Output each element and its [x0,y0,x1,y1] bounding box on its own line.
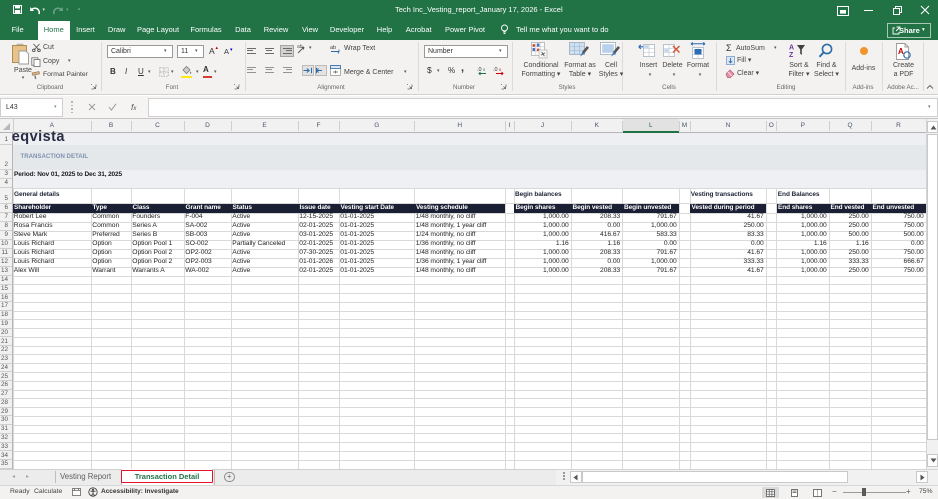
svg-text:0: 0 [483,67,486,72]
svg-text:ab: ab [297,44,303,50]
svg-text:.0: .0 [493,67,498,73]
svg-text:.0: .0 [477,67,482,73]
svg-text:A: A [898,47,904,56]
svg-text:ab: ab [330,45,336,51]
svg-text:A: A [789,45,794,52]
svg-text:Z: Z [789,52,794,58]
